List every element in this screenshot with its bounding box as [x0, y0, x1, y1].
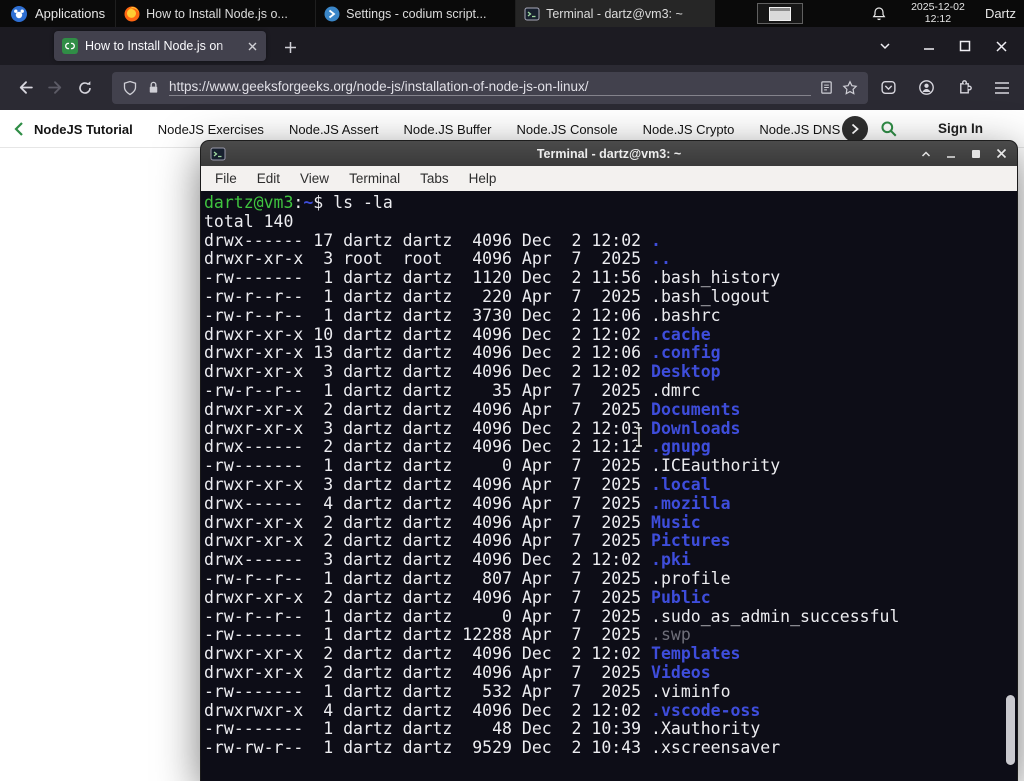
bookmark-star-icon[interactable]	[842, 79, 858, 96]
nav-item-buffer[interactable]: Node.JS Buffer	[404, 122, 492, 137]
nav-item-assert[interactable]: Node.JS Assert	[289, 122, 379, 137]
reload-icon	[79, 80, 91, 94]
notifications-button[interactable]	[871, 6, 887, 22]
menu-edit[interactable]: Edit	[247, 171, 290, 186]
window-controls	[879, 27, 1024, 65]
settings-icon	[324, 6, 340, 21]
window-maximize-icon[interactable]	[959, 40, 971, 52]
tab-active[interactable]: How to Install Node.js on	[54, 31, 266, 61]
back-button[interactable]	[10, 73, 40, 103]
new-tab-button[interactable]	[278, 35, 302, 59]
account-icon[interactable]	[918, 79, 935, 96]
user-label: Dartz	[984, 6, 1016, 21]
search-icon	[881, 121, 897, 137]
forward-icon	[47, 81, 61, 94]
nav-item-exercises[interactable]: NodeJS Exercises	[158, 122, 264, 137]
clock-date: 2025-12-02	[911, 1, 965, 13]
top-panel: Applications How to Install Node.js o...…	[0, 0, 1024, 27]
tab-title: How to Install Node.js on	[85, 39, 224, 53]
taskbar-item-label: Terminal - dartz@vm3: ~	[546, 6, 683, 21]
lock-icon[interactable]	[146, 80, 161, 95]
terminal-output[interactable]: dartz@vm3:~$ ls -la total 140 drwx------ 1…	[201, 191, 1017, 781]
toolbar-right-icons	[880, 79, 1010, 96]
sign-in-button[interactable]: Sign In	[938, 121, 983, 136]
url-bar[interactable]: https://www.geeksforgeeks.org/node-js/in…	[112, 71, 868, 104]
firefox-icon	[124, 6, 140, 21]
reader-mode-icon[interactable]	[819, 80, 834, 95]
taskbar-item-firefox[interactable]: How to Install Node.js o...	[115, 0, 315, 27]
menu-terminal[interactable]: Terminal	[339, 171, 410, 186]
tab-close-icon[interactable]	[247, 41, 258, 52]
shield-icon[interactable]	[122, 80, 138, 96]
minimize-window-icon[interactable]	[945, 148, 957, 160]
menu-tabs[interactable]: Tabs	[410, 171, 459, 186]
taskbar-item-settings[interactable]: Settings - codium script...	[315, 0, 515, 27]
taskbar-item-label: Settings - codium script...	[346, 6, 487, 21]
terminal-lines: dartz@vm3:~$ ls -la total 140 drwx------ 1…	[204, 193, 900, 758]
tab-bar: How to Install Node.js on	[0, 27, 1024, 65]
plus-icon	[284, 41, 296, 53]
nav-item-tutorial[interactable]: NodeJS Tutorial	[34, 122, 133, 137]
maximize-window-icon[interactable]	[970, 148, 982, 160]
applications-icon	[11, 5, 27, 22]
reload-button[interactable]	[70, 73, 100, 103]
terminal-window-title: Terminal - dartz@vm3: ~	[536, 146, 682, 161]
terminal-scrollbar-thumb[interactable]	[1006, 695, 1015, 765]
taskbar-item-terminal[interactable]: Terminal - dartz@vm3: ~	[515, 0, 716, 27]
tab-favicon	[62, 38, 78, 54]
terminal-window-icon	[210, 147, 226, 160]
workspace-window-thumbnail	[768, 6, 791, 21]
url-text[interactable]: https://www.geeksforgeeks.org/node-js/in…	[169, 79, 811, 96]
site-search-button[interactable]	[880, 120, 898, 138]
pocket-icon[interactable]	[880, 79, 897, 96]
terminal-window: Terminal - dartz@vm3: ~ File Edit View T…	[201, 141, 1017, 781]
terminal-window-controls	[920, 147, 1008, 160]
terminal-menubar: File Edit View Terminal Tabs Help	[201, 166, 1017, 191]
nav-item-crypto[interactable]: Node.JS Crypto	[643, 122, 735, 137]
workspace-switcher[interactable]	[756, 3, 803, 24]
nav-item-console[interactable]: Node.JS Console	[516, 122, 617, 137]
window-minimize-icon[interactable]	[923, 40, 935, 52]
close-window-icon[interactable]	[995, 147, 1008, 160]
back-icon	[19, 81, 33, 94]
taskbar-item-label: How to Install Node.js o...	[146, 6, 288, 21]
applications-label: Applications	[35, 6, 106, 21]
terminal-icon	[524, 7, 540, 20]
nav-scroll-right-button[interactable]	[842, 116, 868, 142]
menu-view[interactable]: View	[290, 171, 339, 186]
nav-item-dns[interactable]: Node.JS DNS	[759, 122, 840, 137]
extensions-icon[interactable]	[956, 79, 973, 96]
applications-menu-button[interactable]: Applications	[0, 0, 115, 27]
nav-scroll-left-icon[interactable]	[13, 121, 25, 137]
clock-time: 12:12	[924, 12, 952, 25]
clock[interactable]: 2025-12-02 12:12	[901, 1, 975, 25]
list-tabs-icon[interactable]	[879, 40, 891, 52]
chevron-right-icon	[851, 123, 859, 135]
navigation-toolbar: https://www.geeksforgeeks.org/node-js/in…	[0, 65, 1024, 110]
shade-window-icon[interactable]	[920, 148, 932, 160]
bell-icon	[872, 6, 886, 20]
menu-hamburger-icon[interactable]	[994, 81, 1010, 95]
menu-help[interactable]: Help	[459, 171, 507, 186]
terminal-titlebar[interactable]: Terminal - dartz@vm3: ~	[201, 141, 1017, 166]
window-close-icon[interactable]	[995, 40, 1008, 53]
forward-button[interactable]	[40, 73, 70, 103]
menu-file[interactable]: File	[205, 171, 247, 186]
